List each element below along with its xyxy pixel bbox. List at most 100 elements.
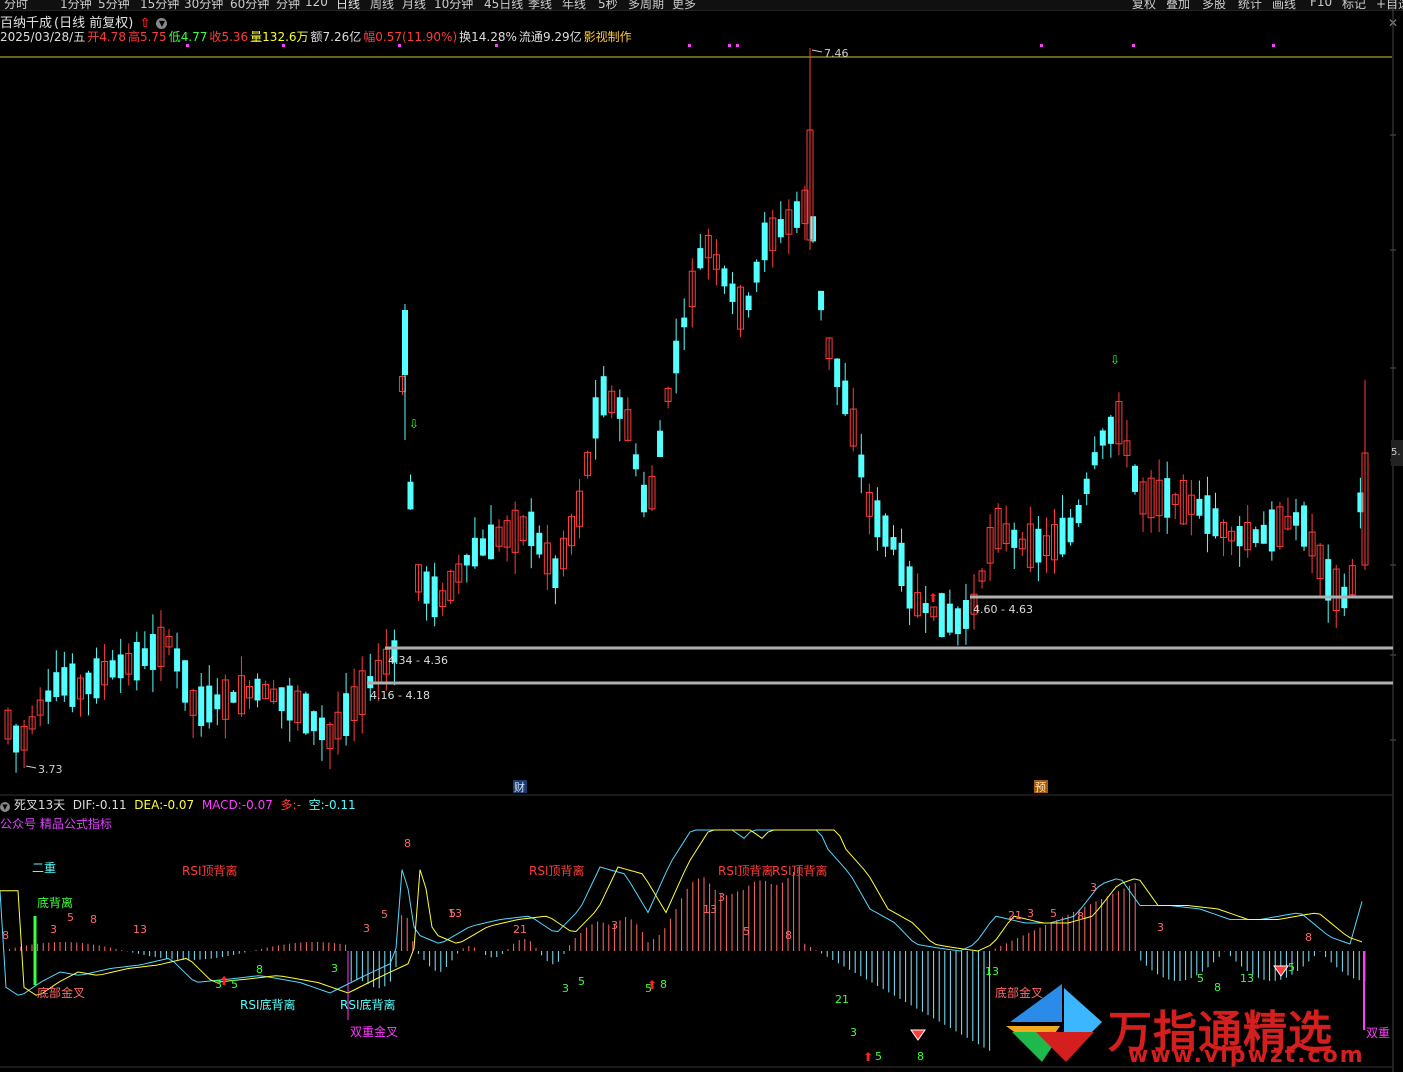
macd-value: -0.07 <box>241 798 273 812</box>
event-dot <box>736 44 739 47</box>
candle-body-down <box>174 648 181 672</box>
candle-body-down <box>407 481 414 510</box>
candle-body-down <box>230 691 237 703</box>
count-number: 8 <box>1214 981 1221 994</box>
candle-body-down <box>898 542 905 587</box>
event-dot <box>282 44 285 47</box>
diamond-badge-icon <box>910 1029 926 1041</box>
indicator-name[interactable]: 死叉13天 <box>14 798 65 812</box>
candle-body-down <box>657 430 664 457</box>
candle-body-down <box>906 566 913 609</box>
count-number: 8 <box>785 929 792 942</box>
candle-body-down <box>600 376 607 416</box>
count-number: 5 <box>231 978 238 991</box>
count-number: 5 <box>67 911 74 924</box>
candle-body-down <box>1107 416 1114 444</box>
dif-value: -0.11 <box>95 798 127 812</box>
candle-body-down <box>1075 504 1082 524</box>
buy-arrow-icon: ⬆ <box>219 974 229 988</box>
count-number: 3 <box>562 982 569 995</box>
event-dot <box>186 44 189 47</box>
candle-body-down <box>479 538 486 556</box>
candle-body-down <box>343 693 350 736</box>
high-mark-pointer <box>811 49 823 53</box>
event-dot <box>1040 44 1043 47</box>
candle-body-down <box>85 672 92 695</box>
count-number: 3 <box>718 891 725 904</box>
candle-body-down <box>93 658 100 699</box>
candle-body-down <box>858 454 865 478</box>
candle-body-down <box>1132 465 1138 492</box>
count-number: 21 <box>835 993 849 1006</box>
candle-body-down <box>1164 478 1171 518</box>
candle-body-down <box>1268 509 1275 552</box>
candle-body-down <box>673 340 680 374</box>
label-rsi-top: RSI顶背离 <box>182 863 238 878</box>
candle-body-down <box>1091 452 1098 466</box>
candle-body-down <box>133 642 140 681</box>
kline-chart[interactable]: 7.46 3.73 4.60 - 4.63 4.34 - 4.36 4.16 - 4.1… <box>0 0 1403 1072</box>
watermark-url: www.vipwzt.com <box>1128 1043 1365 1068</box>
candle-body-down <box>954 608 961 635</box>
count-number: 5 <box>875 1050 882 1063</box>
count-number: 3 <box>331 962 338 975</box>
candle-body-down <box>753 261 760 283</box>
count-number: 5 <box>381 908 388 921</box>
candle-body-down <box>616 397 623 419</box>
candle-body-down <box>592 397 599 439</box>
indicator-dropdown-icon[interactable]: ▼ <box>0 802 10 812</box>
candle-body-down <box>938 593 945 637</box>
candle-body-down <box>818 290 825 311</box>
candle-body-down <box>1204 495 1211 534</box>
count-number: 13 <box>133 923 147 936</box>
candle-body-down <box>745 295 752 311</box>
candle-body-down <box>834 358 841 388</box>
count-number: 5 <box>1288 961 1295 974</box>
count-number: 8 <box>404 837 411 850</box>
candle-body-down <box>729 283 736 302</box>
candle-body-down <box>198 686 205 726</box>
count-number: 13 <box>985 965 999 978</box>
candle-body-down <box>761 222 768 261</box>
candle-body-down <box>536 532 543 555</box>
dea-label: DEA: <box>134 798 164 812</box>
label-rsi-top: RSI顶背离 <box>718 863 774 878</box>
candle-body-down <box>53 672 60 697</box>
candle-body-down <box>882 515 889 547</box>
count-number: 21 <box>513 923 527 936</box>
count-number: 13 <box>448 907 462 920</box>
candle-body-down <box>141 648 148 666</box>
kong-label: 空: <box>308 798 325 812</box>
count-number: 3 <box>1157 921 1164 934</box>
candle-body-down <box>45 690 52 702</box>
label-rsi-top: RSI顶背离 <box>529 863 585 878</box>
count-number: 13 <box>1240 972 1254 985</box>
candle-body-down <box>777 219 784 238</box>
candle-body-down <box>1035 528 1042 563</box>
candle-body-down <box>962 599 969 629</box>
candle-body-down <box>890 537 897 550</box>
candle-body-down <box>721 268 728 287</box>
candle-body-down <box>318 717 325 741</box>
candle-body-down <box>1252 529 1259 544</box>
support-level-label: 4.34 - 4.36 <box>388 654 448 667</box>
count-number: 8 <box>90 913 97 926</box>
buy-arrow-icon: ⬆ <box>647 978 657 992</box>
support-level-label: 4.60 - 4.63 <box>973 603 1033 616</box>
dea-value: -0.07 <box>163 798 195 812</box>
label-shuangzhong: 双重 <box>1366 1026 1390 1040</box>
support-level-label: 4.16 - 4.18 <box>370 689 430 702</box>
indicator-subtitle: 公众号 精品公式指标 <box>0 817 112 831</box>
candle-body-down <box>528 511 535 547</box>
candle-body-down <box>13 725 20 753</box>
candle-body-down <box>471 537 478 567</box>
candle-body-down <box>431 576 438 618</box>
candle-body-down <box>254 678 261 701</box>
label-rsi-bottom: RSI底背离 <box>240 997 296 1012</box>
count-number: 8 <box>660 978 667 991</box>
candle-body-down <box>117 654 124 679</box>
count-number: 5 <box>1197 972 1204 985</box>
candle-body-down <box>1236 526 1243 547</box>
count-number: 8 <box>1077 910 1084 923</box>
event-dot <box>1132 44 1135 47</box>
